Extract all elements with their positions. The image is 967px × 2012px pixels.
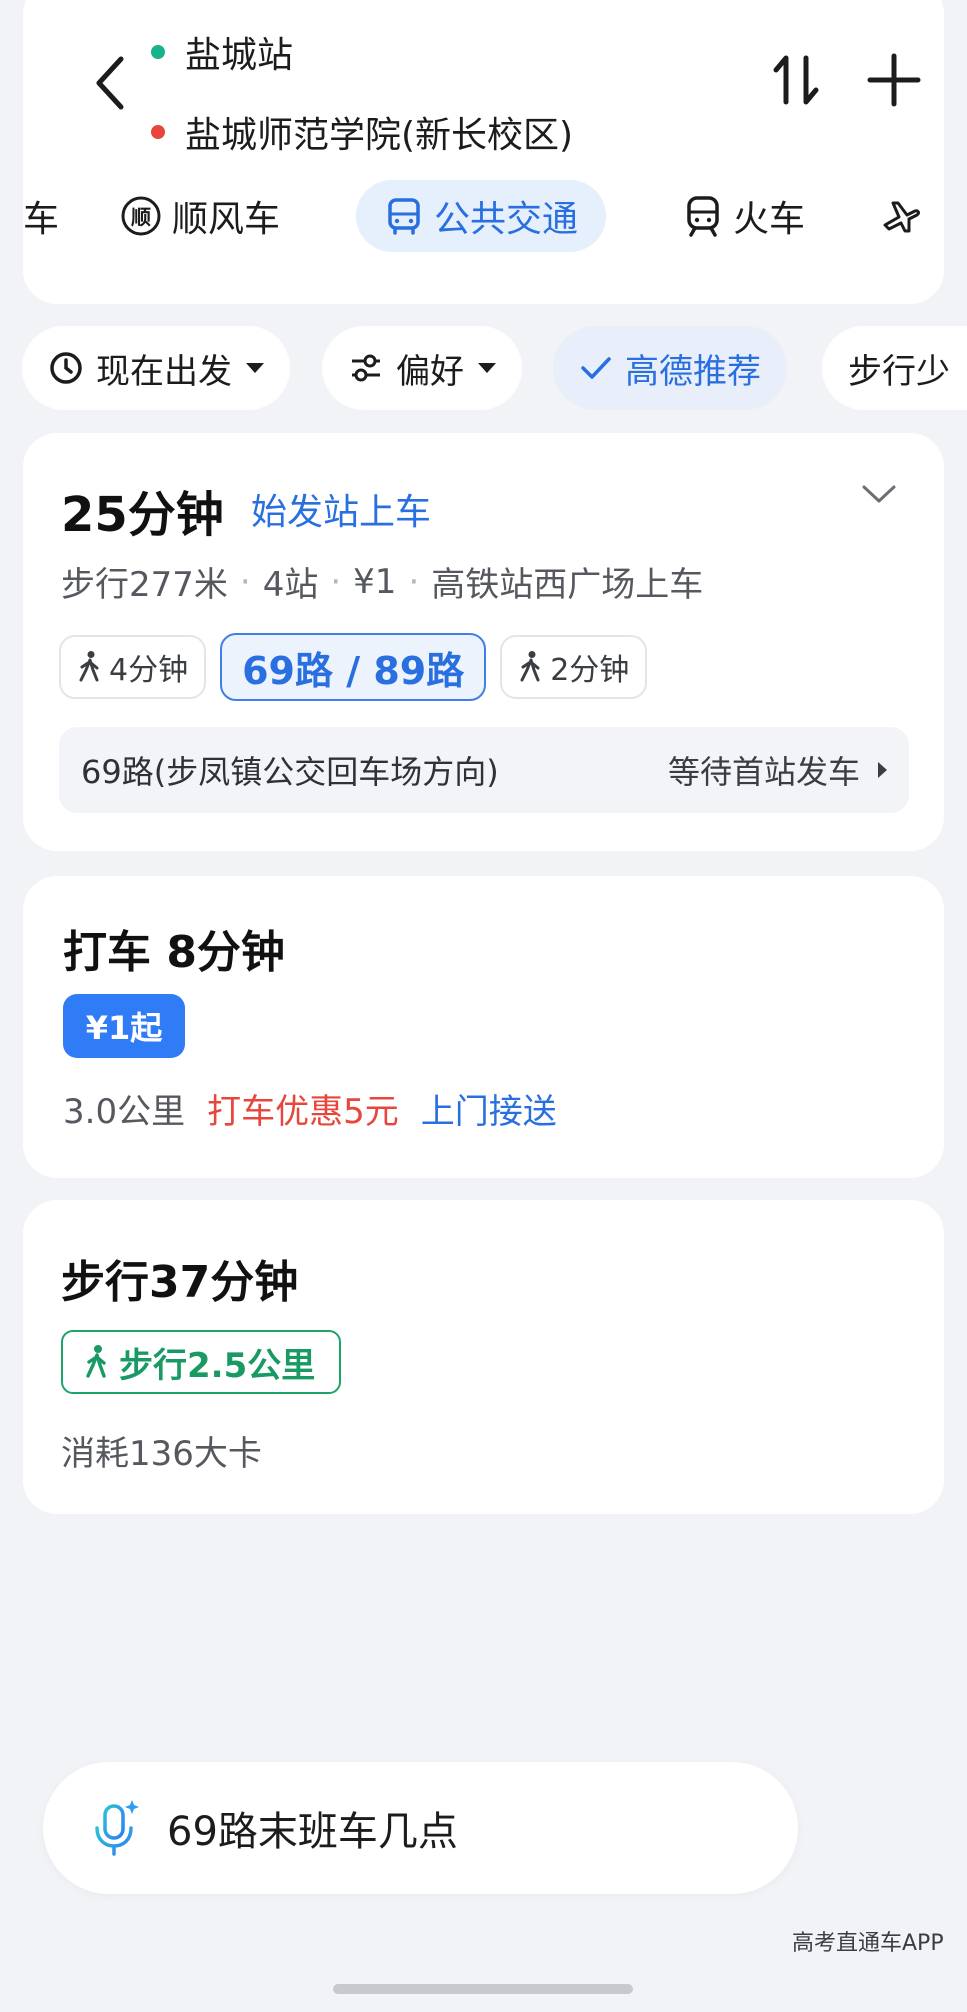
walking-person-icon [77, 650, 103, 684]
filter-less-walking-label: 步行少 [848, 351, 950, 392]
tab-train-label: 火车 [733, 199, 806, 240]
back-button[interactable] [85, 48, 135, 118]
destination-label: 盐城师范学院(新长校区) [185, 115, 574, 156]
walk-before-label: 4分钟 [109, 653, 189, 688]
fare: ¥1 [353, 561, 397, 602]
route-option-walk-card[interactable]: 步行37分钟 步行2.5公里 消耗136大卡 [23, 1200, 944, 1514]
walk-segment-before: 4分钟 [59, 635, 207, 699]
add-waypoint-button[interactable] [863, 44, 925, 116]
route-segments: 4分钟 69路 / 89路 2分钟 [59, 633, 648, 701]
taxi-meta: 3.0公里 打车优惠5元 上门接送 [63, 1084, 557, 1133]
bus-lines-segment: 69路 / 89路 [220, 633, 487, 701]
walk-title: 步行37分钟 [61, 1257, 299, 1308]
sliders-icon [348, 350, 384, 386]
expand-button[interactable] [861, 483, 897, 509]
tab-public-transit[interactable]: 公共交通 [356, 180, 607, 252]
walk-segment-after: 2分钟 [500, 635, 648, 699]
chevron-down-icon [478, 363, 496, 373]
taxi-promo: 打车优惠5元 [207, 1092, 399, 1132]
microphone-icon [91, 1798, 141, 1858]
route-option-transit-card[interactable]: 25分钟 始发站上车 步行277米 · 4站 · ¥1 · 高铁站西广场上车 4… [23, 433, 944, 851]
filter-amap-recommended-label: 高德推荐 [625, 351, 761, 392]
walk-distance-badge: 步行2.5公里 [61, 1330, 342, 1394]
transport-mode-tabs: 车 顺 顺风车 公共交通 火车 [23, 176, 944, 256]
filter-depart-now-label: 现在出发 [96, 351, 232, 392]
voice-assistant-suggestion[interactable]: 69路末班车几点 [43, 1762, 798, 1894]
home-indicator[interactable] [333, 1984, 633, 1994]
chevron-down-icon [246, 363, 264, 373]
taxi-pickup: 上门接送 [420, 1092, 557, 1132]
filter-depart-now[interactable]: 现在出发 [22, 326, 290, 410]
destination-row[interactable]: 盐城师范学院(新长校区) [151, 106, 573, 158]
svg-text:顺: 顺 [131, 205, 151, 229]
swap-route-button[interactable] [768, 44, 824, 116]
origin-station-badge: 始发站上车 [251, 492, 432, 533]
plus-icon [867, 53, 921, 107]
walk-calories: 消耗136大卡 [61, 1434, 262, 1474]
taxi-distance: 3.0公里 [63, 1092, 186, 1132]
voice-query-text: 69路末班车几点 [167, 1809, 458, 1855]
tab-car[interactable]: 车 [23, 180, 59, 252]
walking-person-icon [518, 650, 544, 684]
tab-car-label: 车 [23, 199, 60, 240]
destination-dot [151, 125, 165, 139]
transit-duration: 25分钟 [61, 487, 224, 543]
tab-carpool-label: 顺风车 [172, 199, 281, 240]
route-header-card: 盐城站 盐城师范学院(新长校区) 车 顺 顺风车 公共交通 火车 [23, 0, 944, 304]
chevron-down-icon [862, 485, 896, 503]
check-icon [579, 353, 613, 383]
clock-icon [48, 350, 84, 386]
tab-flight[interactable] [879, 180, 931, 252]
filter-preference[interactable]: 偏好 [322, 326, 522, 410]
route-option-taxi-card[interactable]: 打车 8分钟 ¥1起 3.0公里 打车优惠5元 上门接送 [23, 876, 944, 1178]
walk-distance: 步行277米 [61, 565, 228, 605]
filter-amap-recommended[interactable]: 高德推荐 [553, 326, 787, 410]
line-status: 等待首站发车 [667, 753, 860, 791]
origin-row[interactable]: 盐城站 [151, 26, 293, 78]
back-arrow-icon [96, 56, 124, 110]
line-direction: 69路(步凤镇公交回车场方向) [81, 753, 499, 791]
filter-preference-label: 偏好 [396, 351, 464, 392]
walking-person-icon [83, 1344, 111, 1380]
stop-count: 4站 [262, 565, 319, 605]
walk-distance-label: 步行2.5公里 [119, 1345, 316, 1386]
chevron-right-icon [878, 762, 887, 778]
plane-icon [879, 195, 921, 237]
train-icon [683, 195, 723, 237]
tab-public-transit-label: 公共交通 [434, 199, 579, 240]
boarding-point: 高铁站西广场上车 [431, 565, 704, 605]
line-realtime-bar[interactable]: 69路(步凤镇公交回车场方向) 等待首站发车 [59, 727, 909, 813]
watermark-text: 高考直通车APP [792, 1931, 944, 1956]
carpool-icon: 顺 [120, 195, 162, 237]
taxi-price-badge: ¥1起 [63, 994, 185, 1058]
filter-less-walking[interactable]: 步行少 [822, 326, 967, 410]
tab-train[interactable]: 火车 [683, 180, 805, 252]
swap-icon [773, 55, 819, 105]
origin-label: 盐城站 [185, 35, 294, 76]
origin-dot [151, 45, 165, 59]
taxi-title: 打车 8分钟 [63, 927, 285, 978]
transit-summary: 步行277米 · 4站 · ¥1 · 高铁站西广场上车 [61, 557, 703, 606]
walk-after-label: 2分钟 [550, 653, 630, 688]
bus-icon [384, 196, 424, 236]
tab-carpool[interactable]: 顺 顺风车 [120, 180, 280, 252]
